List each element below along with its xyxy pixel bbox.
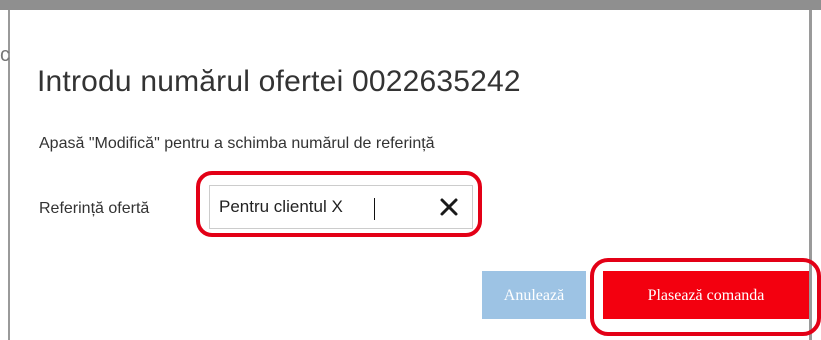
place-order-button[interactable]: Plasează comanda xyxy=(603,271,809,319)
page: c Introdu numărul ofertei 0022635242 Apa… xyxy=(0,0,821,340)
background-partial-text: c xyxy=(0,44,10,66)
text-caret xyxy=(374,198,375,220)
dialog-hint: Apasă "Modifică" pentru a schimba număru… xyxy=(39,135,435,152)
close-icon xyxy=(440,198,458,216)
cancel-button[interactable]: Anulează xyxy=(482,271,586,319)
reference-label: Referință ofertă xyxy=(39,200,150,217)
window-top-border xyxy=(0,0,821,10)
reference-field[interactable] xyxy=(209,185,473,229)
dialog-title: Introdu numărul ofertei 0022635242 xyxy=(37,65,521,98)
reference-input[interactable] xyxy=(219,186,419,228)
clear-input-button[interactable] xyxy=(437,195,461,219)
